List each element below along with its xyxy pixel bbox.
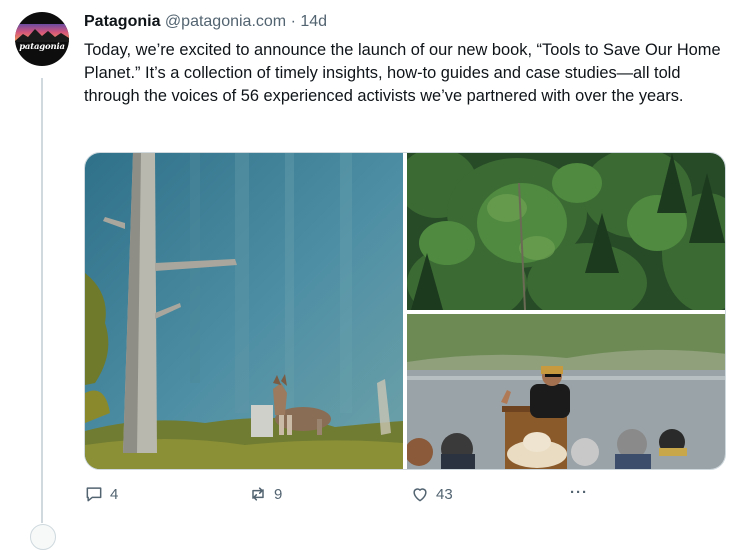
wolf-forest-photo[interactable]: [85, 153, 403, 469]
separator-dot: ·: [290, 13, 296, 30]
retweet-button[interactable]: 9: [248, 484, 282, 504]
tweet-header: Patagonia @patagonia.com · 14d: [84, 12, 327, 32]
like-button[interactable]: 43: [410, 484, 453, 504]
reply-button[interactable]: 4: [84, 484, 118, 504]
author-name[interactable]: Patagonia: [84, 13, 160, 30]
thread-line: [41, 78, 43, 523]
tweet-text: Today, we’re excited to announce the lau…: [84, 41, 721, 105]
media-grid: [84, 152, 726, 470]
reply-count: 4: [110, 485, 119, 503]
retweet-count: 9: [274, 485, 283, 503]
like-count: 43: [436, 485, 453, 503]
heart-icon: [413, 488, 427, 502]
speaker-podium-photo[interactable]: [407, 314, 725, 469]
retweet-icon: [252, 487, 264, 501]
timestamp[interactable]: 14d: [300, 13, 327, 30]
avatar-logo-text: patagonia: [19, 42, 65, 52]
patagonia-logo-icon: [15, 24, 69, 42]
author-handle[interactable]: @patagonia.com: [165, 13, 286, 30]
next-reply-avatar[interactable]: [30, 524, 56, 550]
tweet-actions: 4 9 43 ···: [84, 484, 604, 506]
forest-canopy-photo[interactable]: [407, 153, 725, 310]
avatar[interactable]: patagonia: [15, 12, 69, 66]
more-button[interactable]: ···: [570, 484, 588, 501]
more-icon: ···: [570, 484, 588, 501]
reply-icon: [86, 487, 102, 502]
